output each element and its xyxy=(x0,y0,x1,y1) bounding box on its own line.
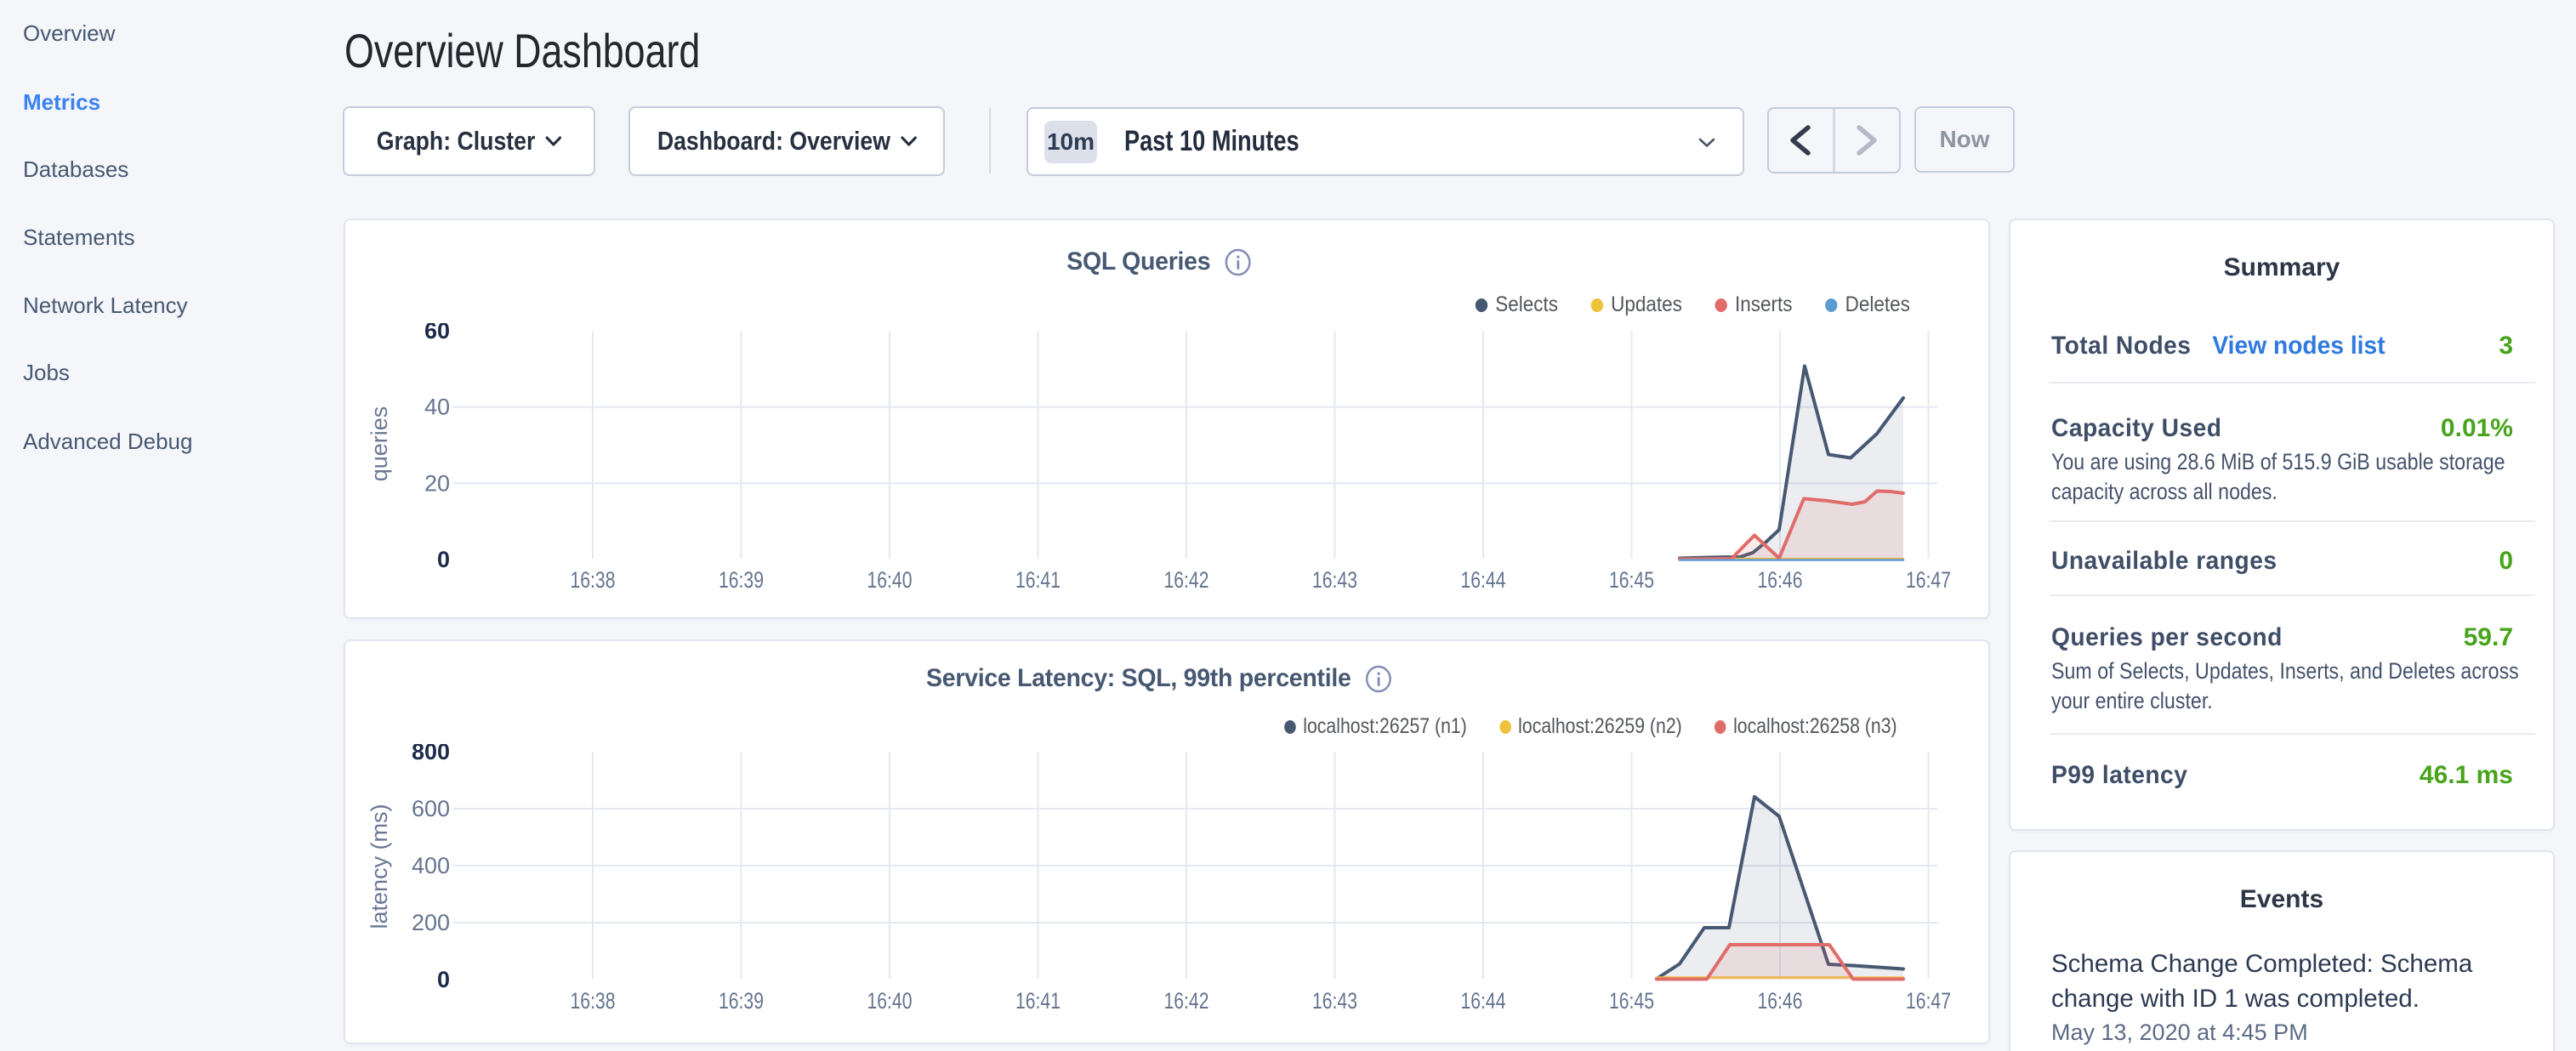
svg-text:16:42: 16:42 xyxy=(1164,567,1209,593)
svg-text:60: 60 xyxy=(424,323,450,344)
svg-text:16:41: 16:41 xyxy=(1015,988,1061,1014)
svg-text:0: 0 xyxy=(437,547,450,572)
svg-text:16:38: 16:38 xyxy=(571,988,616,1014)
svg-text:16:39: 16:39 xyxy=(719,988,764,1014)
svg-text:16:46: 16:46 xyxy=(1758,567,1803,593)
svg-text:latency (ms): latency (ms) xyxy=(367,804,392,929)
svg-text:16:40: 16:40 xyxy=(867,988,913,1014)
svg-text:800: 800 xyxy=(412,744,450,764)
svg-text:16:44: 16:44 xyxy=(1461,567,1506,593)
svg-text:16:44: 16:44 xyxy=(1461,988,1506,1014)
svg-text:16:45: 16:45 xyxy=(1609,567,1654,593)
svg-text:16:47: 16:47 xyxy=(1906,988,1951,1014)
svg-text:16:40: 16:40 xyxy=(867,567,913,593)
svg-text:16:46: 16:46 xyxy=(1758,988,1803,1014)
svg-text:16:43: 16:43 xyxy=(1312,988,1357,1014)
svg-text:0: 0 xyxy=(437,967,450,992)
svg-text:200: 200 xyxy=(412,910,450,935)
svg-text:600: 600 xyxy=(412,796,450,821)
svg-text:20: 20 xyxy=(424,470,450,496)
svg-text:queries: queries xyxy=(367,406,392,482)
svg-text:16:38: 16:38 xyxy=(571,567,616,593)
svg-text:16:47: 16:47 xyxy=(1906,567,1951,593)
svg-text:16:41: 16:41 xyxy=(1015,567,1061,593)
svg-text:16:43: 16:43 xyxy=(1312,567,1357,593)
svg-text:400: 400 xyxy=(412,853,450,878)
svg-text:16:45: 16:45 xyxy=(1609,988,1654,1014)
svg-text:40: 40 xyxy=(424,395,450,420)
svg-text:16:39: 16:39 xyxy=(719,567,764,593)
svg-text:16:42: 16:42 xyxy=(1164,988,1209,1014)
